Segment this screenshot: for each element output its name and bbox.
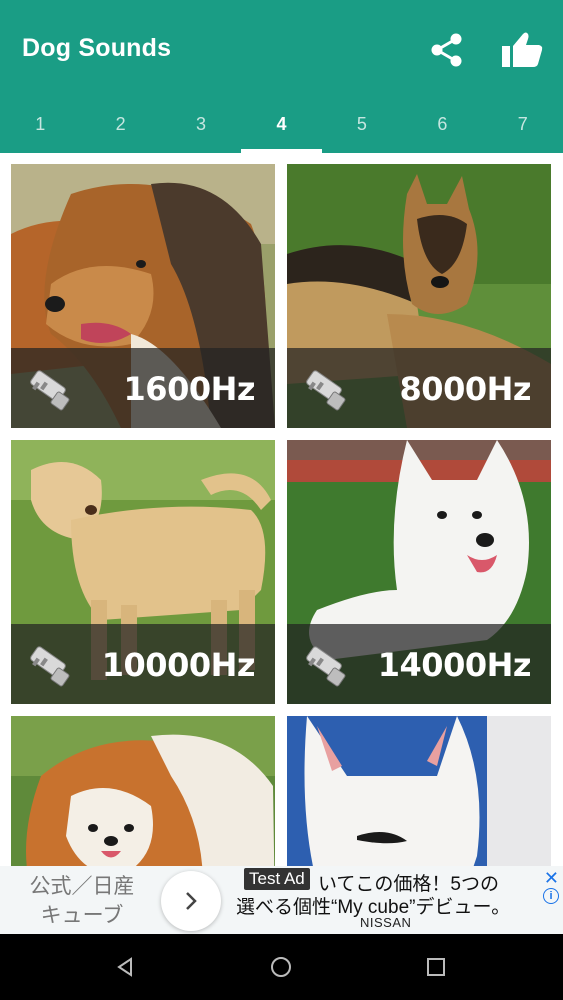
tab-5[interactable]: 5: [322, 96, 402, 153]
home-icon[interactable]: [266, 952, 296, 982]
whistle-icon: [306, 370, 346, 411]
sound-card-pomeranian[interactable]: [11, 716, 275, 866]
ad-left-line1: 公式／日産: [29, 875, 135, 898]
app-bar: Dog Sounds 1 2 3 4 5 6 7: [0, 0, 563, 153]
sound-card-german-shepherd[interactable]: 8000Hz: [287, 164, 551, 428]
whistle-icon: [306, 646, 346, 687]
tab-bar: 1 2 3 4 5 6 7: [0, 96, 563, 153]
frequency-label: 1600Hz: [123, 370, 256, 408]
ad-left-text: 公式／日産 キューブ: [12, 872, 152, 930]
bull-terrier-photo: [287, 716, 551, 866]
back-icon[interactable]: [110, 952, 140, 982]
tab-label: 6: [437, 114, 448, 134]
frequency-label: 10000Hz: [101, 646, 256, 684]
whistle-icon: [30, 370, 70, 411]
tab-6[interactable]: 6: [402, 96, 482, 153]
tab-7[interactable]: 7: [483, 96, 563, 153]
whistle-icon: [30, 646, 70, 687]
tab-label: 2: [115, 114, 126, 134]
frequency-label: 14000Hz: [377, 646, 532, 684]
sound-grid: 1600Hz 8000Hz 10000Hz 14000Hz: [0, 153, 563, 866]
system-nav-bar: [0, 934, 563, 1000]
tab-2[interactable]: 2: [80, 96, 160, 153]
pomeranian-photo: [11, 716, 275, 866]
tab-1[interactable]: 1: [0, 96, 80, 153]
ad-brand: NISSAN: [360, 915, 412, 930]
tab-label: 5: [356, 114, 367, 134]
ad-banner[interactable]: 公式／日産 キューブ Test Ad いてこの価格！5つの 選べる個性“My c…: [0, 866, 563, 934]
tab-4[interactable]: 4: [241, 96, 323, 153]
share-icon[interactable]: [425, 28, 469, 72]
ad-info-icon[interactable]: i: [543, 888, 559, 904]
tab-label: 3: [196, 114, 207, 134]
ad-arrow-button[interactable]: [161, 871, 221, 931]
sound-card-bull-terrier[interactable]: [287, 716, 551, 866]
tab-label: 4: [276, 114, 287, 134]
tab-label: 1: [35, 114, 46, 134]
chevron-right-icon: [186, 892, 197, 910]
ad-left-line2: キューブ: [40, 904, 124, 927]
recents-icon[interactable]: [421, 952, 451, 982]
frequency-label: 8000Hz: [399, 370, 532, 408]
ad-close-icon[interactable]: ✕: [544, 868, 559, 889]
thumbs-up-icon[interactable]: [500, 28, 544, 72]
test-ad-badge: Test Ad: [244, 868, 310, 890]
tab-3[interactable]: 3: [161, 96, 241, 153]
sound-card-spitz[interactable]: 14000Hz: [287, 440, 551, 704]
sound-card-collie[interactable]: 1600Hz: [11, 164, 275, 428]
sound-card-labrador[interactable]: 10000Hz: [11, 440, 275, 704]
app-title: Dog Sounds: [22, 34, 172, 62]
tab-label: 7: [517, 114, 528, 134]
